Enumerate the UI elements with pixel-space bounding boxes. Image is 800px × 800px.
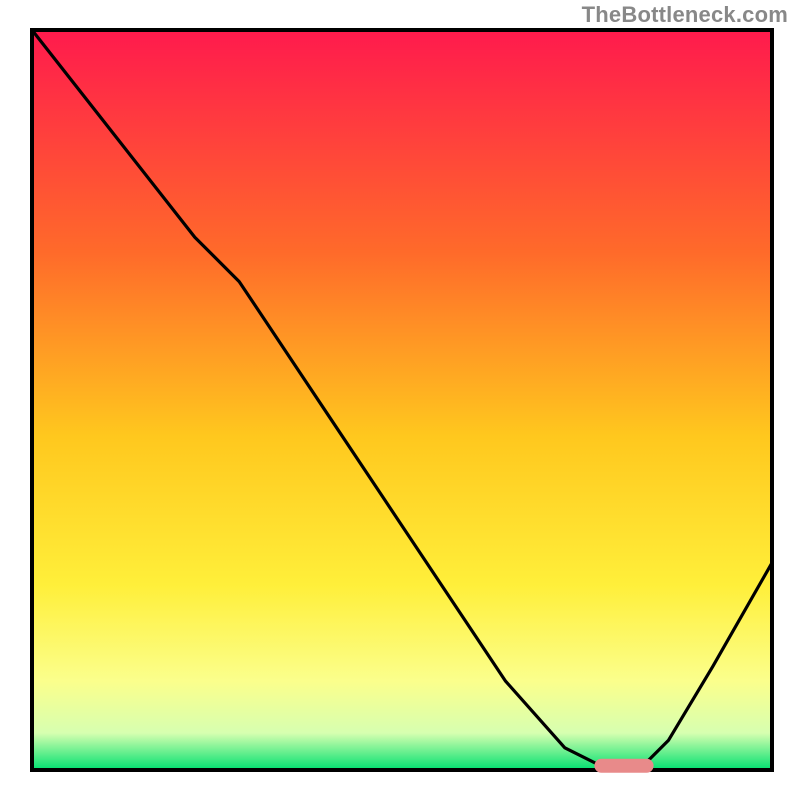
bottleneck-chart [0, 0, 800, 800]
plot-area [32, 30, 772, 770]
chart-container: TheBottleneck.com [0, 0, 800, 800]
optimal-marker [594, 759, 653, 773]
